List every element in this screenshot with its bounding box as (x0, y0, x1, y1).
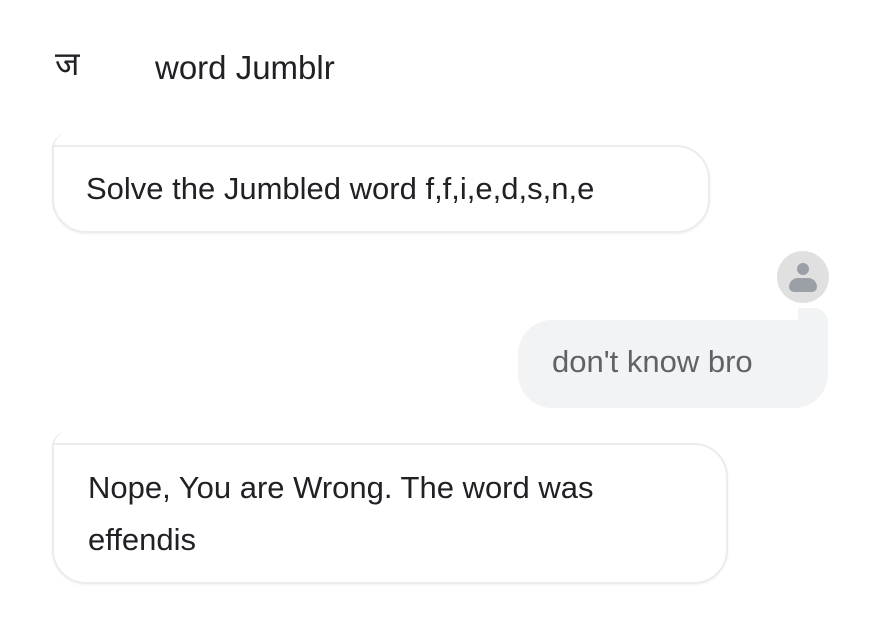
bubble-tail (798, 308, 828, 322)
user-message: don't know bro (518, 308, 828, 408)
person-icon (797, 263, 809, 275)
bot-message-text: Nope, You are Wrong. The word was effend… (88, 470, 594, 557)
person-icon-body (789, 278, 817, 292)
user-avatar (777, 251, 829, 303)
bubble-tail (52, 431, 94, 447)
bot-message: Solve the Jumbled word f,f,i,e,d,s,n,e (52, 133, 710, 233)
bot-message-text: Solve the Jumbled word f,f,i,e,d,s,n,e (86, 171, 595, 206)
bot-message: Nope, You are Wrong. The word was effend… (52, 431, 728, 584)
user-message-text: don't know bro (552, 344, 753, 379)
app-logo-icon: ज (55, 44, 80, 83)
app-header: ज word Jumblr (0, 0, 880, 120)
bubble-tail (52, 133, 94, 149)
app-title: word Jumblr (155, 49, 335, 86)
